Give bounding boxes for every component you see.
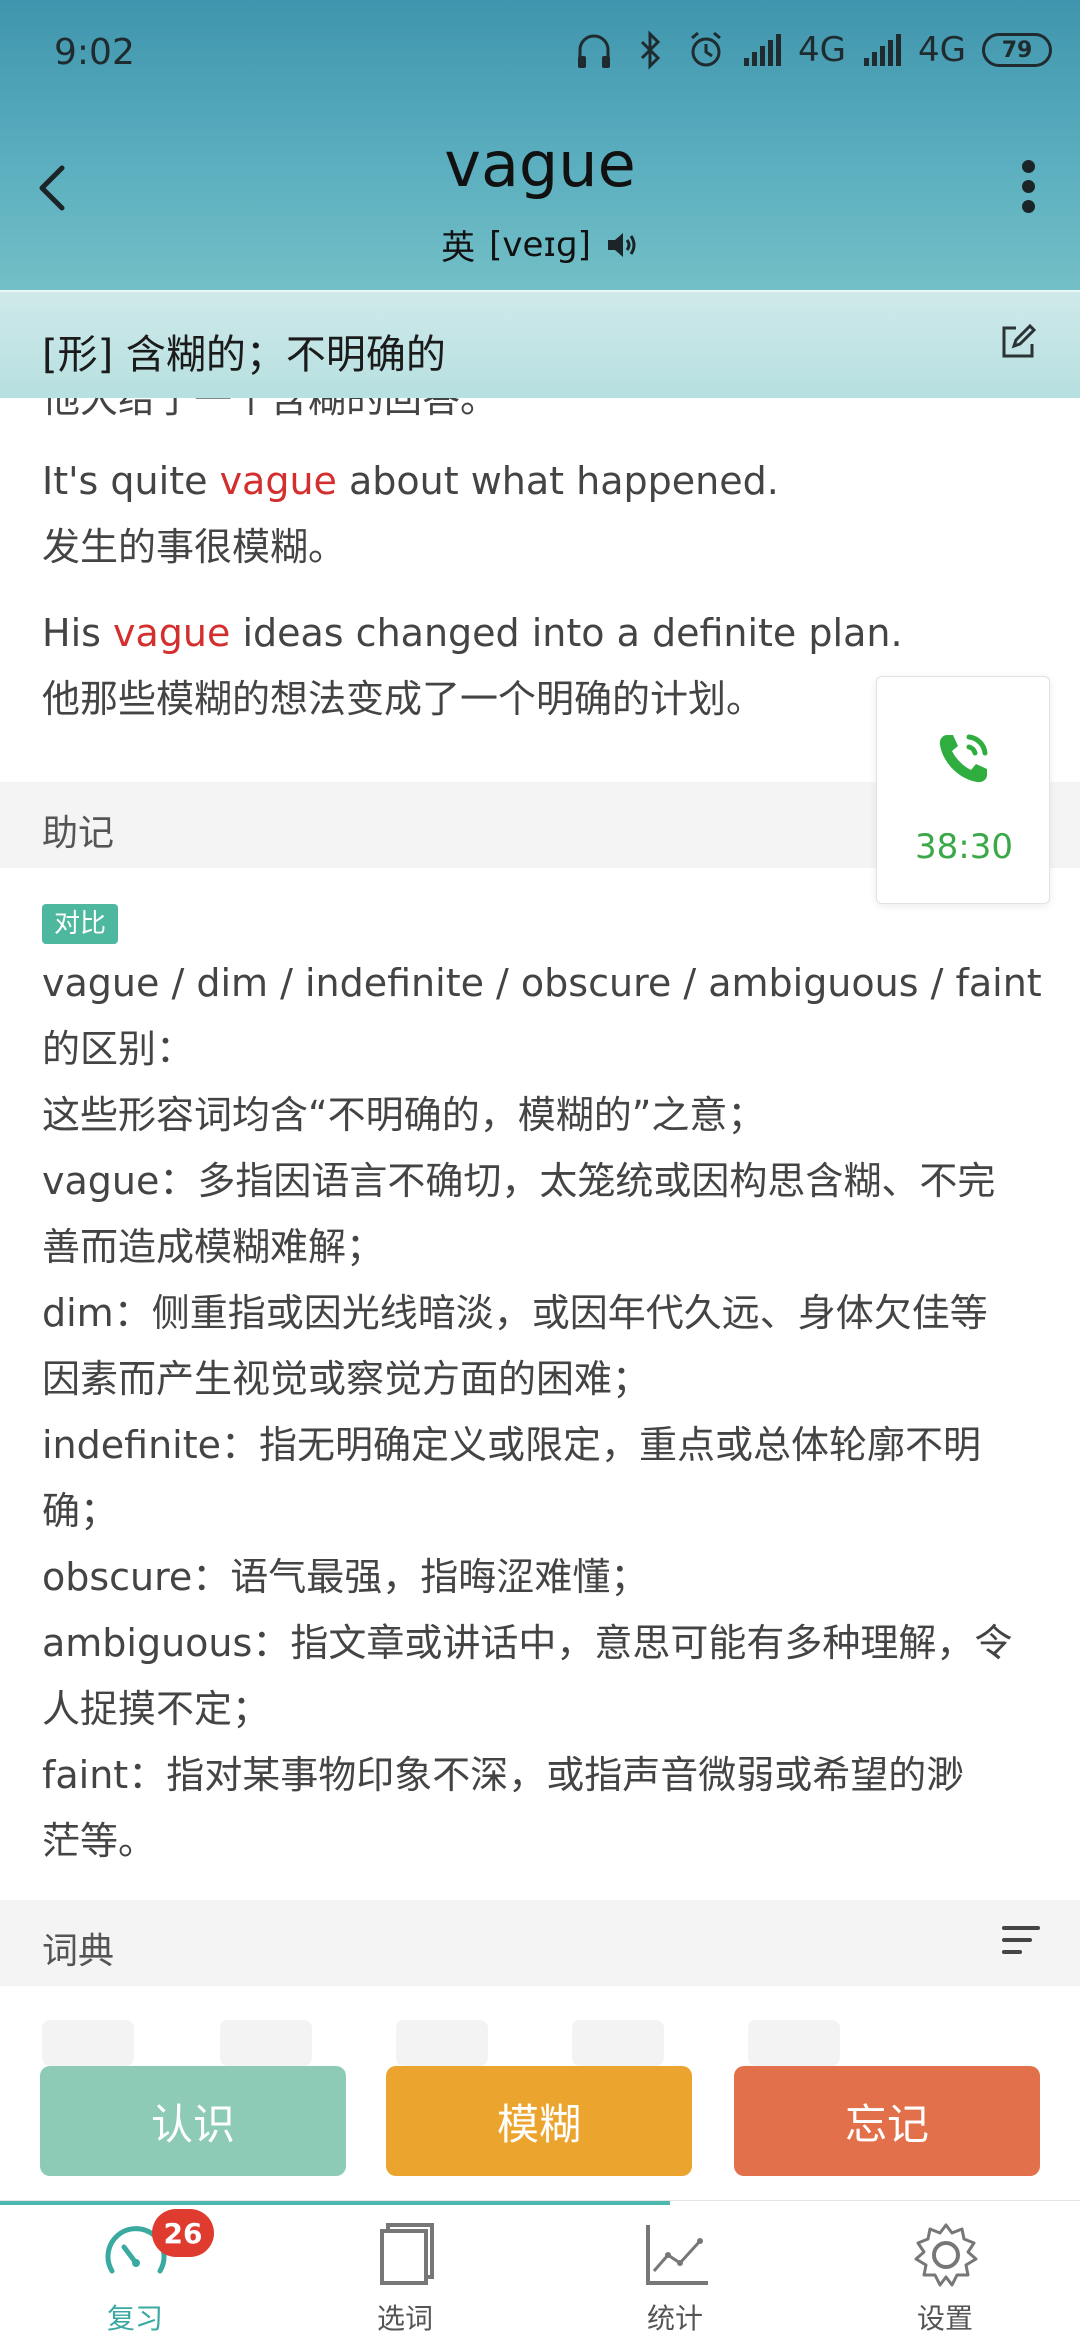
example-en: It's quite vague about what happened. <box>42 459 779 503</box>
mnemonic-line: ambiguous：指文章或讲话中，意思可能有多种理解，令 <box>42 1621 1013 1665</box>
compare-tag: 对比 <box>42 904 119 944</box>
mnemonic-line: 因素而产生视觉或察觉方面的困难； <box>42 1357 651 1401</box>
mnemonic-line: dim：侧重指或因光线暗淡，或因年代久远、身体欠佳等 <box>42 1291 988 1335</box>
example-item: It's quite vague about what happened. 发生… <box>42 448 1042 580</box>
phonetic-row: 英 [veɪɡ] <box>0 220 1080 269</box>
network-type-1: 4G <box>798 30 847 70</box>
mnemonic-line: 茫等。 <box>42 1819 157 1863</box>
review-count-badge: 26 <box>152 2209 214 2257</box>
status-icons: 4G 4G 79 <box>574 28 1052 72</box>
phonetic-label: 英 <box>441 228 476 268</box>
more-options-icon[interactable] <box>1016 160 1040 220</box>
tab-label: 复习 <box>106 2302 163 2335</box>
mnemonic-line: vague / dim / indefinite / obscure / amb… <box>42 961 1042 1005</box>
call-duration: 38:30 <box>915 827 1013 867</box>
example-cut-line: 他大给了一个含糊的回答。 <box>42 398 499 421</box>
tab-review[interactable]: 26 复习 <box>0 2201 270 2341</box>
dictionary-icon-4[interactable] <box>572 2020 664 2066</box>
chart-icon <box>646 2225 708 2285</box>
dictionary-icon-1[interactable] <box>42 2020 134 2066</box>
example-en: His vague ideas changed into a definite … <box>42 611 903 655</box>
bluetooth-icon <box>640 30 661 70</box>
dictionary-section-header: 词典 <box>0 1900 1080 1986</box>
tab-settings[interactable]: 设置 <box>810 2201 1080 2341</box>
battery-indicator: 79 <box>982 33 1052 67</box>
gear-icon <box>914 2223 978 2287</box>
sort-icon[interactable] <box>1002 1926 1040 1956</box>
app-header: 9:02 4G 4G 79 vague 英 [veɪɡ] <box>0 0 1080 290</box>
mnemonic-line: 的区别： <box>42 1027 195 1071</box>
dictionary-icon-3[interactable] <box>396 2020 488 2066</box>
content-area[interactable]: 他大给了一个含糊的回答。 It's quite vague about what… <box>0 398 1080 2198</box>
tab-label: 设置 <box>916 2302 973 2335</box>
mnemonic-line: 确； <box>42 1489 119 1533</box>
tab-statistics[interactable]: 统计 <box>540 2201 810 2341</box>
headphones-icon <box>578 34 611 68</box>
vague-button[interactable]: 模糊 <box>386 2066 692 2176</box>
phonetic-text: [veɪɡ] <box>489 224 591 265</box>
speaker-icon[interactable] <box>605 230 639 260</box>
mnemonic-line: indefinite：指无明确定义或限定，重点或总体轮廓不明 <box>42 1423 981 1467</box>
phone-call-icon <box>939 734 988 783</box>
mnemonic-line: obscure：语气最强，指晦涩难懂； <box>42 1555 649 1599</box>
alarm-icon <box>691 31 721 67</box>
word-title: vague <box>444 128 636 201</box>
dictionary-section-label: 词典 <box>42 1931 115 1972</box>
edit-icon[interactable] <box>996 320 1040 364</box>
tab-select-words[interactable]: 选词 <box>270 2201 540 2341</box>
mnemonic-line: vague：多指因语言不确切，太笼统或因构思含糊、不完 <box>42 1159 996 1203</box>
mnemonic-text: vague / dim / indefinite / obscure / amb… <box>42 950 1042 1874</box>
mnemonic-line: 人捉摸不定； <box>42 1687 271 1731</box>
mnemonic-line: 善而造成模糊难解； <box>42 1225 385 1269</box>
know-button[interactable]: 认识 <box>40 2066 346 2176</box>
definition-bar: [形] 含糊的；不明确的 <box>0 290 1080 398</box>
book-icon <box>380 2223 434 2285</box>
definition-text: [形] 含糊的；不明确的 <box>42 332 446 378</box>
dictionary-icon-5[interactable] <box>748 2020 840 2066</box>
keyword-highlight: vague <box>113 611 231 655</box>
mnemonic-line: 这些形容词均含“不明确的，模糊的”之意； <box>42 1093 766 1137</box>
call-floating-widget[interactable]: 38:30 <box>876 676 1050 904</box>
forget-button[interactable]: 忘记 <box>734 2066 1040 2176</box>
mnemonic-line: faint：指对某事物印象不深，或指声音微弱或希望的渺 <box>42 1753 965 1797</box>
status-time: 9:02 <box>54 32 135 73</box>
signal-icon-2 <box>864 34 902 66</box>
keyword-highlight: vague <box>219 459 337 503</box>
tab-label: 统计 <box>646 2302 703 2335</box>
bottom-tab-bar: 26 复习 选词 统计 设置 <box>0 2200 1080 2340</box>
mnemonic-section-label: 助记 <box>42 813 115 854</box>
status-bar: 9:02 4G 4G 79 <box>0 0 1080 104</box>
tab-label: 选词 <box>376 2302 433 2335</box>
example-zh: 发生的事很模糊。 <box>42 525 347 569</box>
dictionary-icon-2[interactable] <box>220 2020 312 2066</box>
signal-icon <box>744 34 782 66</box>
network-type-2: 4G <box>918 30 966 70</box>
